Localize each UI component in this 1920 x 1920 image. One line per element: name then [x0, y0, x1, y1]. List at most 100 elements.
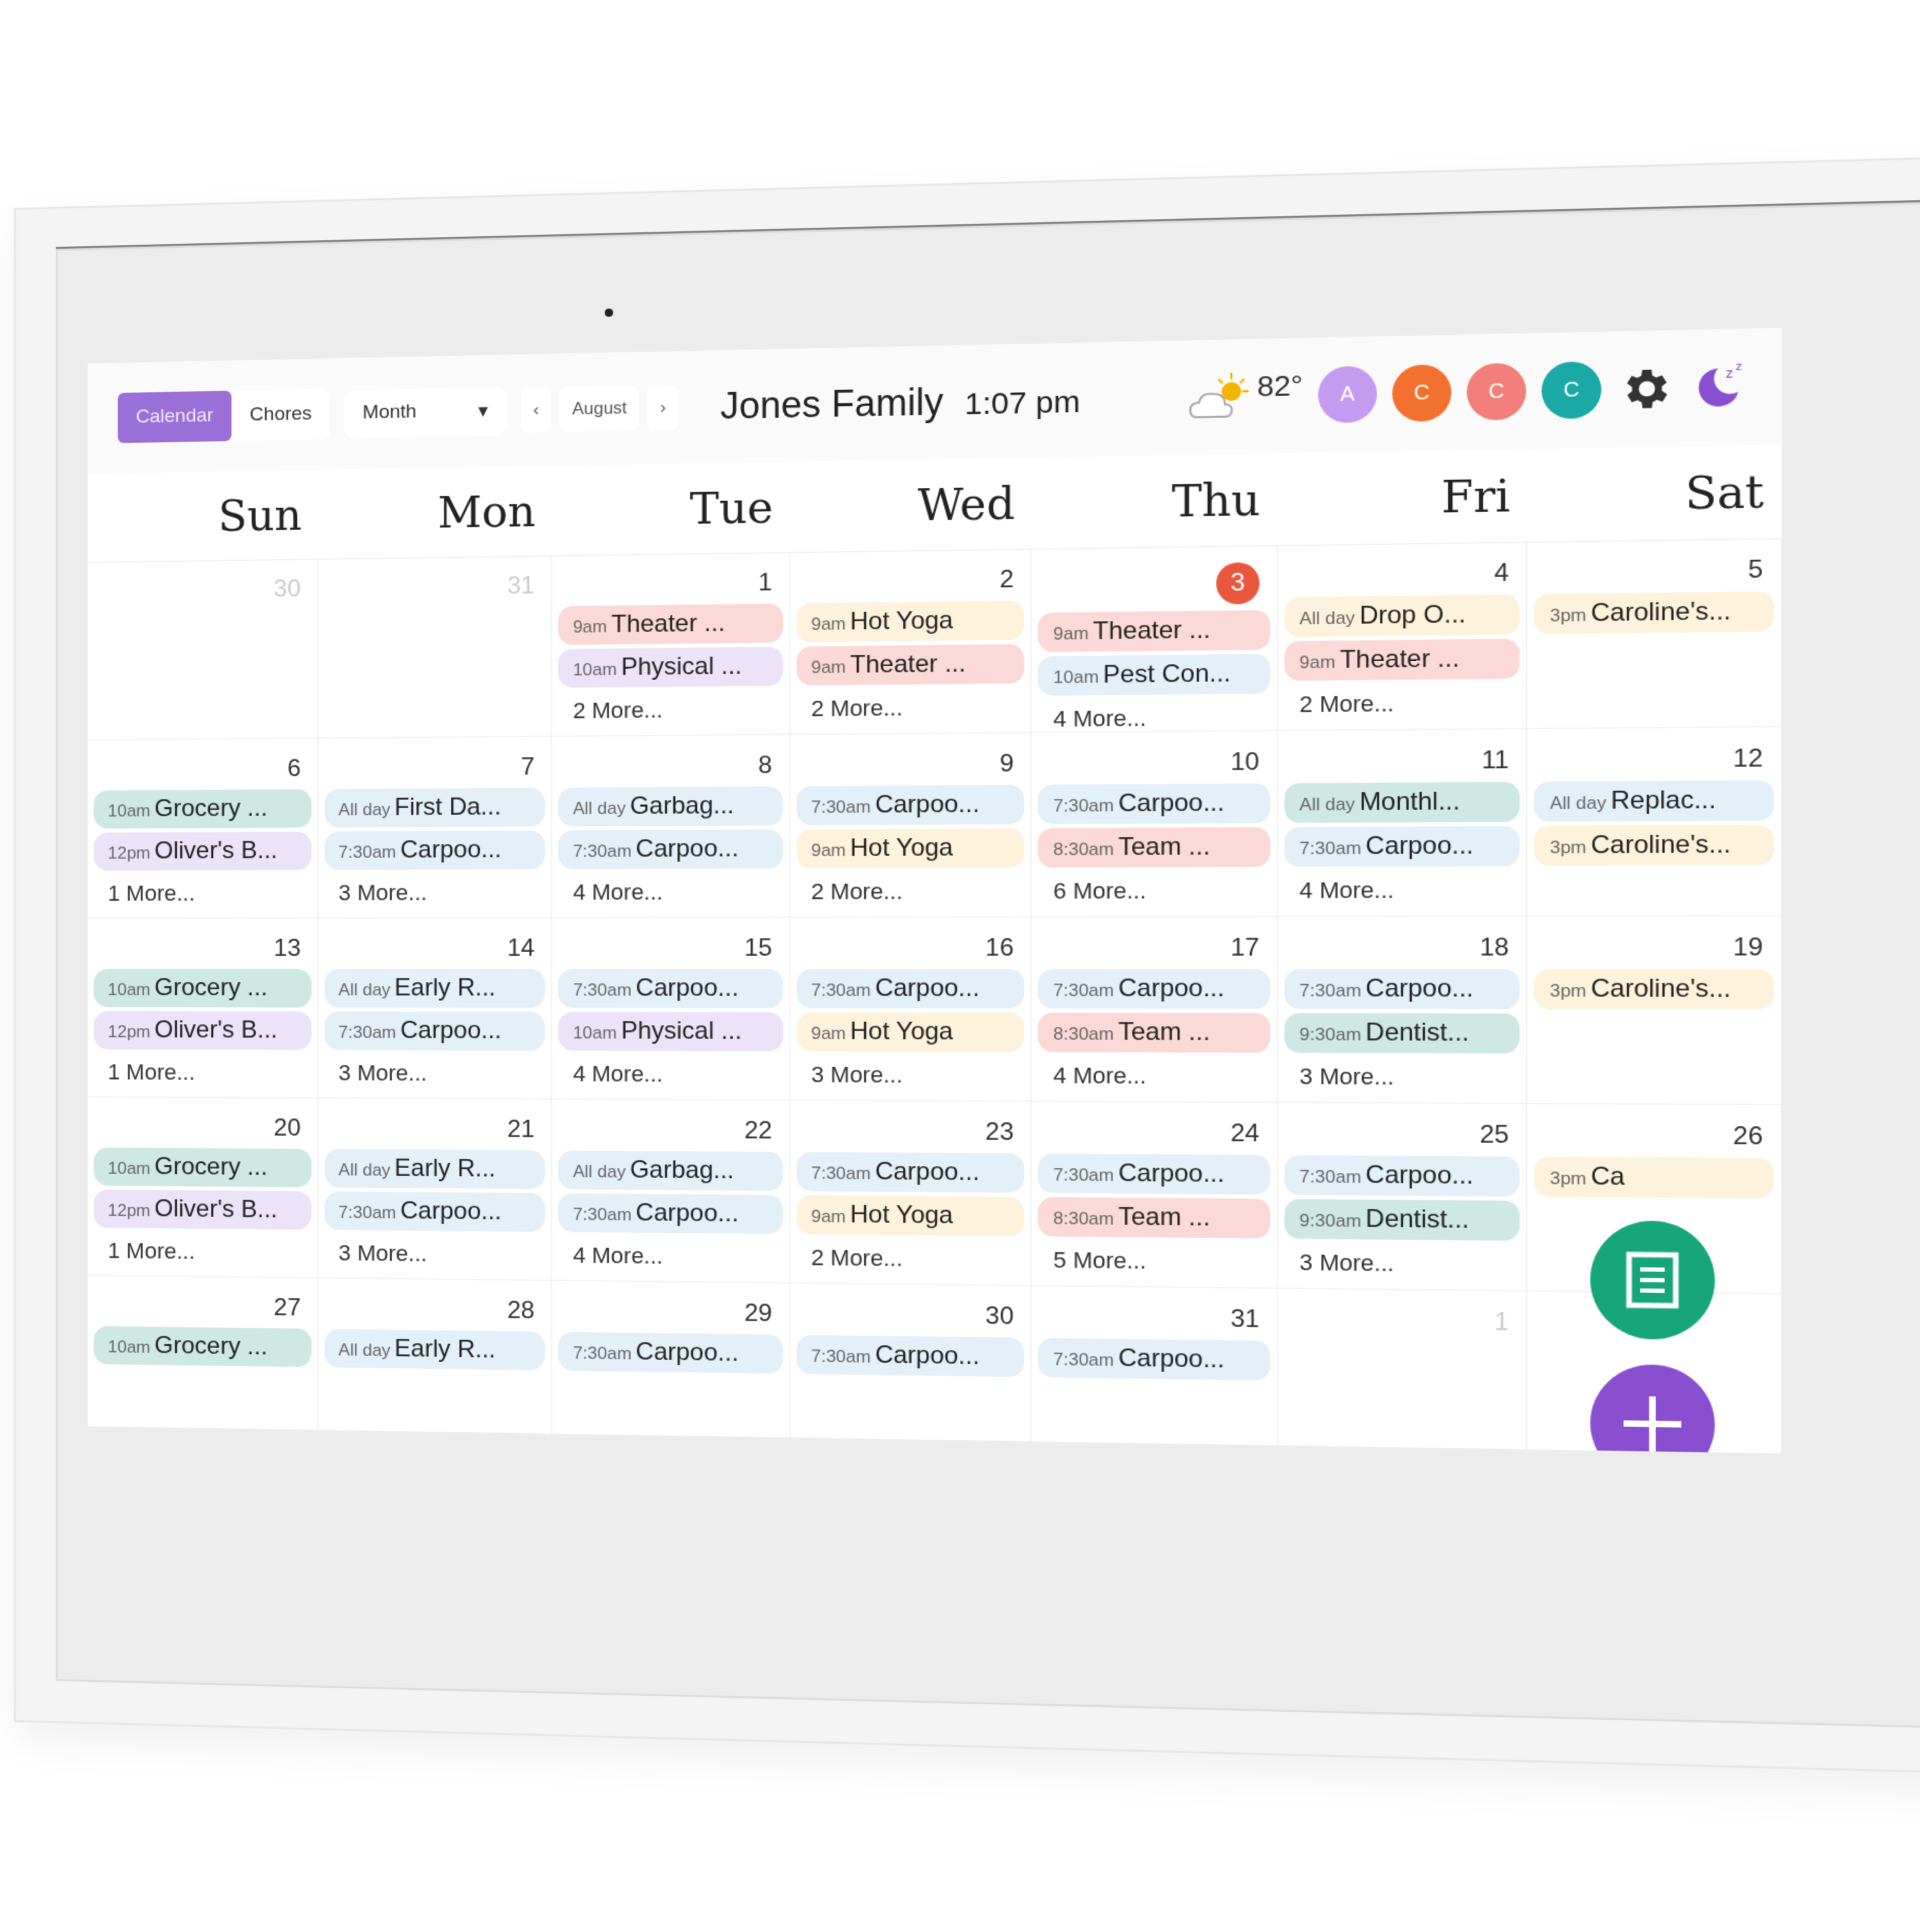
more-events-link[interactable]: 1 More... [94, 874, 311, 913]
more-events-link[interactable]: 5 More... [1038, 1241, 1270, 1283]
profile-avatar-a[interactable]: A [1318, 365, 1377, 424]
day-cell[interactable]: 14 All day Early R... 7:30am Carpoo... 3 More… [318, 918, 553, 1100]
more-events-link[interactable]: 4 More... [558, 1236, 782, 1277]
gear-icon[interactable] [1617, 362, 1673, 416]
event-pill[interactable]: 12pm Oliver's B... [93, 1011, 312, 1050]
event-pill[interactable]: 9am Hot Yoga [796, 600, 1025, 643]
more-events-link[interactable]: 4 More... [558, 1055, 782, 1095]
day-cell[interactable]: 22 All day Garbag... 7:30am Carpoo... 4 More.… [552, 1099, 791, 1284]
event-pill[interactable]: 7:30am Carpoo... [1284, 826, 1521, 867]
month-label[interactable]: August [559, 385, 640, 433]
event-pill[interactable]: 8:30am Team ... [1038, 827, 1271, 868]
event-pill[interactable]: 9am Theater ... [796, 644, 1025, 686]
more-events-link[interactable]: 2 More... [796, 688, 1024, 729]
event-pill[interactable]: 10am Pest Con... [1038, 653, 1271, 696]
day-cell[interactable]: 20 10am Grocery ... 12pm Oliver's B... 1 More… [87, 1097, 319, 1279]
event-pill[interactable]: 7:30am Carpoo... [1038, 783, 1271, 825]
day-cell[interactable]: 9 7:30am Carpoo... 9am Hot Yoga 2 More... [790, 733, 1032, 918]
event-pill[interactable]: 7:30am Carpoo... [324, 1011, 545, 1051]
moon-sleep-icon[interactable]: zz [1688, 358, 1748, 416]
day-cell[interactable]: 24 7:30am Carpoo... 8:30am Team ... 5 More... [1031, 1101, 1278, 1289]
more-events-link[interactable]: 2 More... [796, 1238, 1024, 1279]
event-pill[interactable]: 9am Theater ... [1038, 610, 1271, 653]
day-cell[interactable]: 25 7:30am Carpoo... 9:30am Dentist... 3 More.… [1277, 1102, 1528, 1292]
day-cell[interactable]: 18 7:30am Carpoo... 9:30am Dentist... 3 More.… [1277, 916, 1528, 1105]
event-pill[interactable]: All day Garbag... [558, 786, 783, 827]
day-cell[interactable]: 23 7:30am Carpoo... 9am Hot Yoga 2 More... [790, 1100, 1032, 1287]
more-events-link[interactable]: 3 More... [796, 1055, 1024, 1095]
day-cell[interactable]: 12 All day Replac... 3pm Caroline's... [1527, 727, 1782, 917]
more-events-link[interactable]: 6 More... [1038, 871, 1270, 911]
tab-calendar[interactable]: Calendar [117, 390, 232, 444]
event-pill[interactable]: All day Early R... [324, 1148, 545, 1190]
event-pill[interactable]: 10am Grocery ... [93, 1326, 312, 1368]
day-cell[interactable]: 31 [318, 555, 553, 739]
day-cell[interactable]: 13 10am Grocery ... 12pm Oliver's B... 1 More… [87, 918, 319, 1099]
event-pill[interactable]: 9am Theater ... [558, 603, 783, 646]
lists-button[interactable] [1590, 1220, 1715, 1341]
day-cell[interactable]: 19 3pm Caroline's... [1527, 916, 1782, 1106]
day-cell[interactable]: 28 All day Early R... [318, 1278, 553, 1454]
event-pill[interactable]: 10am Grocery ... [93, 969, 312, 1008]
event-pill[interactable]: 3pm Caroline's... [1534, 591, 1775, 635]
event-pill[interactable]: 10am Grocery ... [93, 789, 312, 829]
event-pill[interactable]: 7:30am Carpoo... [1038, 969, 1271, 1009]
event-pill[interactable]: All day Replac... [1534, 780, 1775, 822]
more-events-link[interactable]: 1 More... [94, 1232, 311, 1272]
event-pill[interactable]: 9:30am Dentist... [1284, 1013, 1521, 1054]
event-pill[interactable]: 8:30am Team ... [1038, 1012, 1271, 1053]
more-events-link[interactable]: 1 More... [94, 1053, 311, 1092]
event-pill[interactable]: 9am Hot Yoga [796, 1195, 1025, 1237]
event-pill[interactable]: All day Garbag... [558, 1150, 783, 1191]
event-pill[interactable]: 7:30am Carpoo... [796, 784, 1025, 826]
more-events-link[interactable]: 3 More... [324, 1054, 545, 1093]
day-cell[interactable]: 16 7:30am Carpoo... 9am Hot Yoga 3 More... [790, 917, 1032, 1102]
profile-avatar-c2[interactable]: C [1466, 362, 1527, 421]
day-cell[interactable]: 17 7:30am Carpoo... 8:30am Team ... 4 More... [1031, 916, 1278, 1103]
event-pill[interactable]: 9am Hot Yoga [796, 1012, 1025, 1052]
more-events-link[interactable]: 3 More... [1284, 1057, 1520, 1098]
more-events-link[interactable]: 4 More... [1038, 698, 1270, 733]
day-cell[interactable]: 8 All day Garbag... 7:30am Carpoo... 4 More..… [552, 734, 791, 919]
more-events-link[interactable]: 2 More... [558, 690, 782, 731]
next-month-button[interactable]: › [647, 384, 679, 431]
event-pill[interactable]: 9:30am Dentist... [1284, 1198, 1521, 1241]
event-pill[interactable]: 7:30am Carpoo... [796, 969, 1025, 1009]
event-pill[interactable]: 3pm Ca [1534, 1156, 1775, 1199]
day-cell[interactable]: 31 7:30am Carpoo... [1031, 1286, 1278, 1454]
event-pill[interactable]: 3pm Caroline's... [1534, 824, 1775, 866]
prev-month-button[interactable]: ‹ [520, 387, 552, 433]
day-cell[interactable]: 30 7:30am Carpoo... [790, 1283, 1032, 1454]
day-cell[interactable]: 21 All day Early R... 7:30am Carpoo... 3 More… [318, 1098, 553, 1281]
event-pill[interactable]: 7:30am Carpoo... [558, 969, 783, 1009]
day-cell[interactable]: 30 [87, 558, 319, 741]
day-cell[interactable]: 2 9am Hot Yoga 9am Theater ... 2 More... [790, 548, 1032, 735]
event-pill[interactable]: 7:30am Carpoo... [796, 1151, 1025, 1193]
more-events-link[interactable]: 4 More... [558, 873, 782, 912]
day-cell[interactable]: 6 10am Grocery ... 12pm Oliver's B... 1 More.… [87, 738, 319, 919]
weather-widget[interactable]: 82° [1188, 369, 1303, 423]
event-pill[interactable]: 7:30am Carpoo... [558, 1193, 783, 1235]
day-cell[interactable]: 7 All day First Da... 7:30am Carpoo... 3 More… [318, 736, 553, 919]
event-pill[interactable]: 7:30am Carpoo... [1038, 1153, 1271, 1195]
event-pill[interactable]: 7:30am Carpoo... [558, 829, 783, 870]
event-pill[interactable]: All day Early R... [324, 969, 545, 1008]
event-pill[interactable]: 8:30am Team ... [1038, 1197, 1271, 1239]
day-cell[interactable]: 3 9am Theater ... 10am Pest Con... 4 More... [1031, 545, 1278, 734]
event-pill[interactable]: 7:30am Carpoo... [324, 830, 545, 870]
event-pill[interactable]: 7:30am Carpoo... [1284, 969, 1521, 1010]
event-pill[interactable]: 12pm Oliver's B... [93, 831, 312, 871]
day-cell[interactable]: 10 7:30am Carpoo... 8:30am Team ... 6 More... [1031, 731, 1278, 918]
event-pill[interactable]: 7:30am Carpoo... [324, 1191, 545, 1232]
event-pill[interactable]: 3pm Caroline's... [1534, 969, 1775, 1010]
profile-avatar-c1[interactable]: C [1392, 364, 1452, 422]
day-cell[interactable]: 1 9am Theater ... 10am Physical ... 2 More... [552, 552, 791, 737]
day-cell[interactable]: 5 3pm Caroline's... [1527, 538, 1782, 730]
event-pill[interactable]: 9am Hot Yoga [796, 828, 1025, 869]
event-pill[interactable]: All day Monthl... [1284, 781, 1521, 823]
profile-avatar-c3[interactable]: C [1541, 361, 1602, 420]
more-events-link[interactable]: 3 More... [1284, 1243, 1520, 1285]
day-cell[interactable]: 11 All day Monthl... 7:30am Carpoo... 4 More.… [1277, 729, 1528, 917]
day-cell[interactable]: 4 All day Drop O... 9am Theater ... 2 More... [1277, 541, 1528, 732]
event-pill[interactable]: All day Early R... [324, 1328, 545, 1371]
